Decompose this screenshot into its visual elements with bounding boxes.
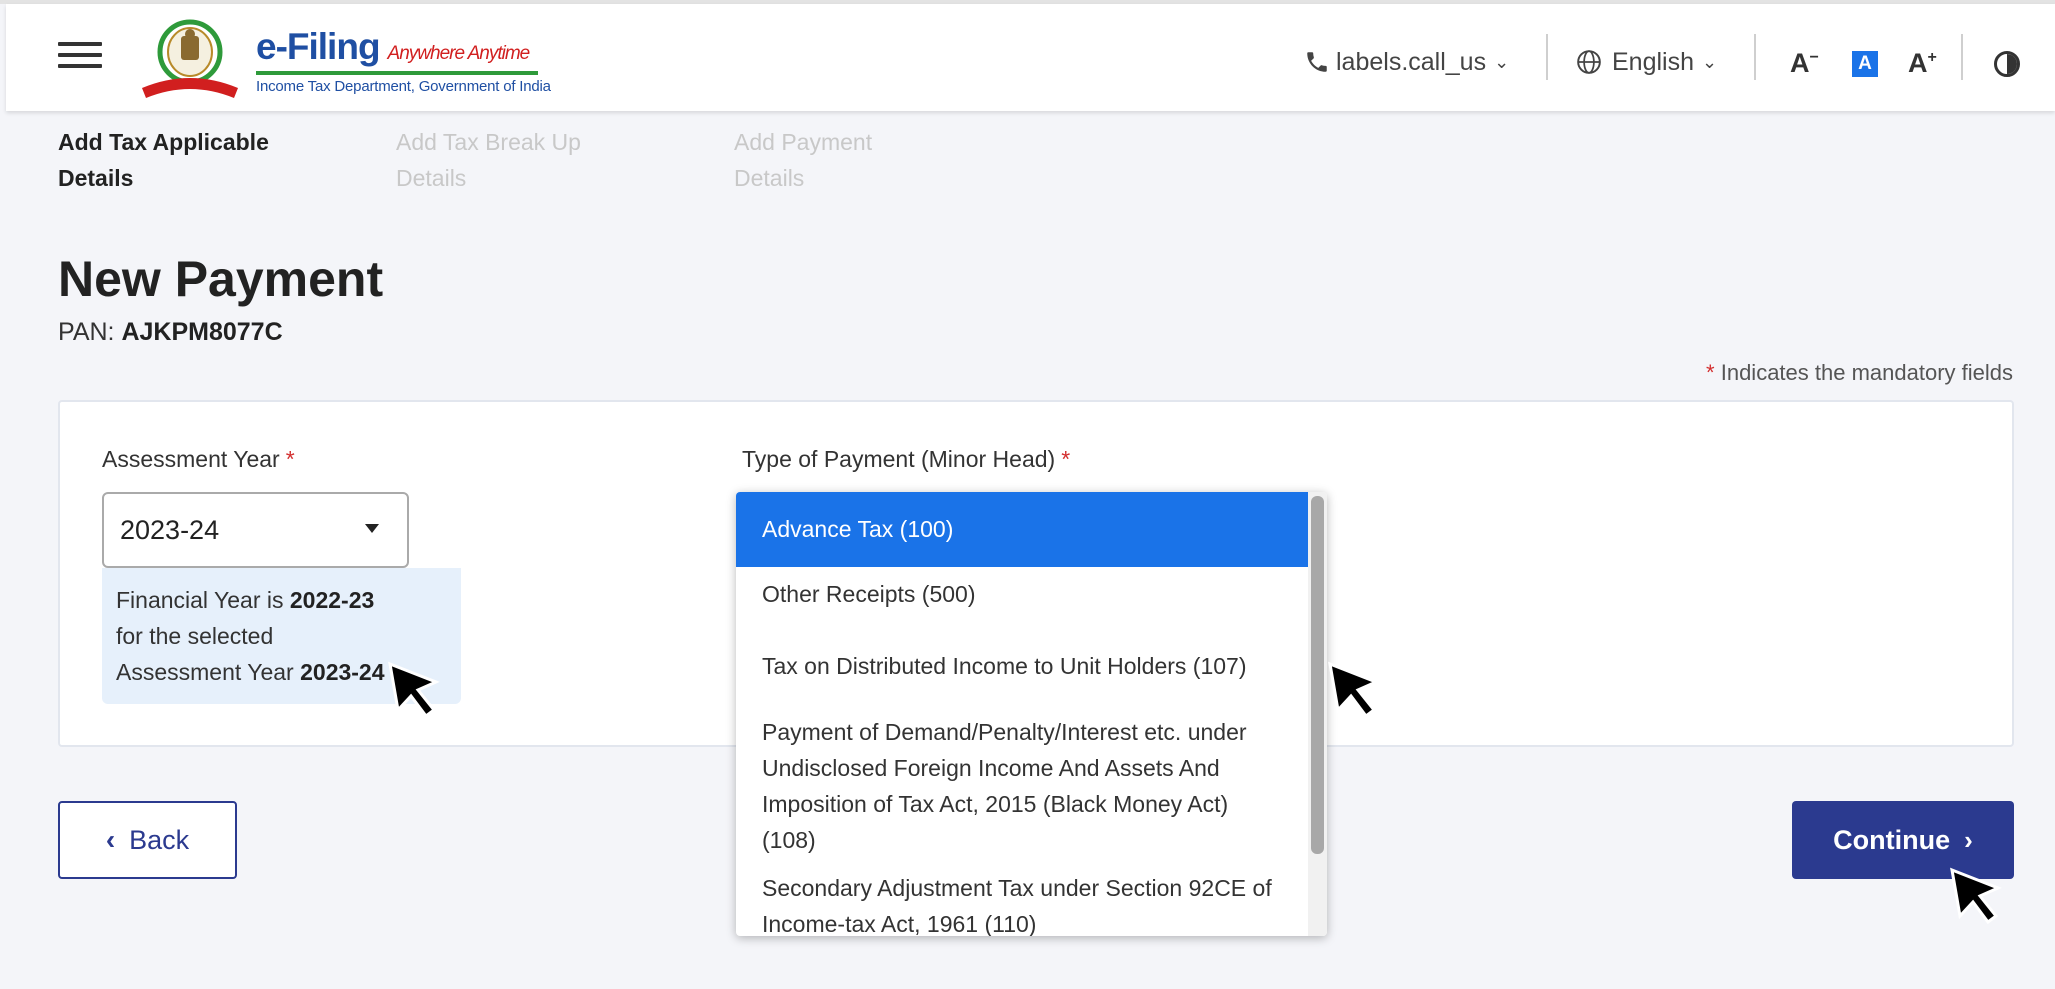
- header-divider: [1546, 34, 1548, 80]
- logo-text: e-Filing Anywhere Anytime Income Tax Depa…: [256, 26, 551, 95]
- mouse-pointer-icon: [388, 661, 440, 719]
- contrast-icon[interactable]: [1994, 51, 2020, 77]
- assessment-year-label: Assessment Year *: [102, 446, 295, 472]
- language-label: English: [1612, 47, 1694, 76]
- back-button[interactable]: ‹ Back: [58, 801, 237, 879]
- logo-subtitle: Income Tax Department, Government of Ind…: [256, 78, 551, 95]
- option-secondary-adjustment[interactable]: Secondary Adjustment Tax under Section 9…: [736, 870, 1308, 936]
- font-decrease-button[interactable]: A−: [1790, 48, 1819, 79]
- call-us-label: labels.call_us: [1336, 47, 1487, 76]
- mouse-pointer-icon: [1328, 661, 1380, 719]
- dropdown-scrollbar[interactable]: [1308, 492, 1327, 936]
- call-us-dropdown[interactable]: labels.call_us ⌄: [1304, 42, 1509, 82]
- font-increase-button[interactable]: A+: [1908, 48, 1937, 79]
- chevron-down-icon: ⌄: [1494, 51, 1510, 72]
- payment-type-dropdown[interactable]: Advance Tax (100) Other Receipts (500) T…: [736, 492, 1327, 936]
- header-divider: [1754, 34, 1756, 80]
- logo-title: e-Filing: [256, 26, 381, 67]
- scrollbar-thumb[interactable]: [1311, 496, 1324, 854]
- globe-icon: [1577, 50, 1601, 74]
- font-normal-button[interactable]: A: [1852, 51, 1878, 77]
- phone-icon: [1307, 52, 1327, 72]
- option-other-receipts[interactable]: Other Receipts (500): [736, 576, 1308, 612]
- chevron-left-icon: ‹: [105, 824, 116, 855]
- site-header: e-Filing Anywhere Anytime Income Tax Depa…: [6, 4, 2055, 111]
- mandatory-note: * Indicates the mandatory fields: [1706, 360, 2013, 385]
- logo-underline: [256, 71, 538, 75]
- menu-icon[interactable]: [58, 42, 102, 72]
- language-dropdown[interactable]: English ⌄: [1576, 42, 1717, 82]
- option-black-money-act[interactable]: Payment of Demand/Penalty/Interest etc. …: [736, 714, 1308, 858]
- chevron-right-icon: ›: [1964, 824, 1973, 855]
- assessment-year-value: 2023-24: [120, 515, 220, 545]
- option-advance-tax[interactable]: Advance Tax (100): [736, 492, 1308, 567]
- header-divider: [1961, 34, 1963, 80]
- pan-display: PAN: AJKPM8077C: [58, 318, 283, 346]
- chevron-down-icon: ⌄: [1702, 51, 1718, 72]
- step-tax-break-up: Add Tax Break Up Details: [396, 129, 581, 191]
- step-payment-details: Add Payment Details: [734, 129, 873, 191]
- payment-type-label: Type of Payment (Minor Head) *: [742, 446, 1071, 472]
- pan-value: AJKPM8077C: [121, 318, 283, 346]
- emblem-logo: [142, 19, 238, 98]
- caret-down-icon: [365, 524, 379, 533]
- step-tax-applicable: Add Tax Applicable Details: [58, 129, 269, 191]
- mouse-pointer-icon: [1950, 867, 2002, 925]
- assessment-year-select[interactable]: 2023-24: [102, 492, 409, 568]
- page-title: New Payment: [58, 251, 384, 307]
- logo-tagline: Anywhere Anytime: [387, 43, 531, 64]
- option-distributed-income[interactable]: Tax on Distributed Income to Unit Holder…: [736, 648, 1308, 684]
